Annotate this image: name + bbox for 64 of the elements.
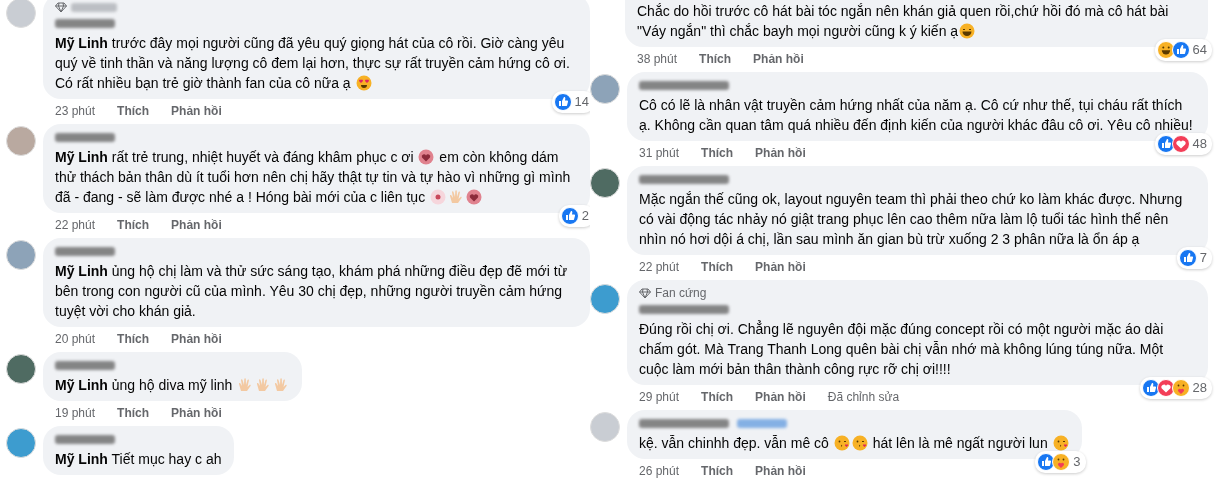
reply-link[interactable]: Phản hồi xyxy=(755,259,806,274)
edited-label: Đã chỉnh sửa xyxy=(827,389,900,404)
comment-time[interactable]: 22 phút xyxy=(639,259,680,274)
comment-time[interactable]: 22 phút xyxy=(55,217,96,232)
fan-badge-label: Fan cứng xyxy=(655,285,707,302)
reply-link[interactable]: Phản hồi xyxy=(171,217,222,232)
reply-link[interactable]: Phản hồi xyxy=(755,463,806,478)
like-link[interactable]: Thích xyxy=(117,405,150,420)
avatar-icon[interactable] xyxy=(590,168,620,198)
reply-link[interactable]: Phản hồi xyxy=(755,145,806,160)
avatar-icon[interactable] xyxy=(590,74,620,104)
reply-link[interactable]: Phản hồi xyxy=(755,389,806,404)
avatar-icon[interactable] xyxy=(6,354,36,384)
comment-time[interactable]: 20 phút xyxy=(55,331,96,346)
blurred-name[interactable] xyxy=(639,304,729,314)
comment-text: Mỹ Linh rất trẻ trung, nhiệt huyết và đáng khâm phục c ơi em còn không dám thử thách bản thân dù ít tuổi hơn nên chị hãy thật tự tin và tự hào vì những gì mình đã - đang - sẽ làm được nhé a ! Hóng bài mới của c liên tục xyxy=(55,148,572,207)
avatar-icon[interactable] xyxy=(590,284,620,314)
comment-text: Cô có lẽ là nhân vật truyền cảm hứng nhất của năm ạ. Cô cứ như thế, tụi cháu rất thích ạ. Không cần quan tâm quá nhiều đến định kiến của người khác đâu cô ơi. Yêu cô nhiều! xyxy=(639,96,1194,135)
comment-text: kệ. vẫn chinhh đẹp. vẫn mê cô hát lên là mê ngất người lun xyxy=(639,433,1070,453)
like-link[interactable]: Thích xyxy=(701,145,734,160)
blurred-name[interactable] xyxy=(639,418,729,428)
blurred-name[interactable] xyxy=(55,360,115,370)
comment-text: Đúng rồi chị ơi. Chẳng lẽ nguyên đội mặc đúng concept rồi có một người mặc áo dài chấm gót. Mà Trang Thanh Long quên bài chị vẫn nhớ mà không lúng túng nữa. Một cuộc làm mới bản thân thành công rực rỡ chị ơi!!!! xyxy=(639,319,1165,379)
reaction-summary[interactable]: 64 xyxy=(1154,39,1212,61)
blurred-follow-link[interactable] xyxy=(737,418,787,428)
diamond-icon xyxy=(639,287,651,299)
reaction-summary[interactable]: 2 xyxy=(558,205,590,227)
blurred-name[interactable] xyxy=(55,132,115,142)
reply-link[interactable]: Phản hồi xyxy=(171,405,222,420)
comment-text: Mỹ Linh ủng hộ chị làm và thử sức sáng tạo, khám phá những điều đẹp đẽ mới từ bên trong con người cũ của mình. Yêu 30 chị đẹp, những người truyền cảm hứng tuyệt vời cho khán giả. xyxy=(55,262,569,321)
reaction-summary[interactable]: 28 xyxy=(1139,377,1212,399)
comment-text: Mặc ngắn thế cũng ok, layout nguyên team thì phải theo chứ ko làm khác được. Nhưng có vài động tác nhảy nó giật trang phục lên cao thêm nữa làm lộ tuổi tác hình thể nên nhìn nó hơi dội á chị, lần sau mình ăn gian bù trừ xuống 2 3 phân nữa là ổn áp ạ xyxy=(639,190,1184,249)
reply-link[interactable]: Phản hồi xyxy=(753,51,804,66)
comment-text: Chắc do hồi trước cô hát bài tóc ngắn nên khán giả quen rồi,chứ hồi đó mà cô hát bài "Váy ngắn" thì chắc bayh mọi người cũng k ý kiến ạ xyxy=(637,2,1170,41)
like-link[interactable]: Thích xyxy=(699,51,732,66)
avatar-icon[interactable] xyxy=(6,240,36,270)
reaction-summary[interactable]: 3 xyxy=(1035,451,1086,473)
reply-link[interactable]: Phản hồi xyxy=(171,103,222,118)
avatar-icon[interactable] xyxy=(6,428,36,458)
like-link[interactable]: Thích xyxy=(117,331,150,346)
blurred-name[interactable] xyxy=(639,174,729,184)
comment-time[interactable]: 26 phút xyxy=(639,463,680,478)
comment-text: Mỹ Linh trước đây mọi người cũng đã yêu quý giọng hát của cô rồi. Giờ càng yêu quý về tinh thần và năng lượng cô đem lại hơn, thực sự rất truyền cảm hứng cô ơi. Có rất nhiều bạn trẻ giờ thành fan của cô nữa ạ xyxy=(55,34,571,93)
reaction-summary[interactable]: 14 xyxy=(551,91,590,113)
like-link[interactable]: Thích xyxy=(117,103,150,118)
blurred-name[interactable] xyxy=(639,80,729,90)
comment-time[interactable]: 19 phút xyxy=(55,405,96,420)
comment-text: Mỹ Linh Tiết mục hay c ah xyxy=(55,450,222,469)
like-link[interactable]: Thích xyxy=(701,389,734,404)
blurred-name[interactable] xyxy=(55,18,115,28)
like-link[interactable]: Thích xyxy=(701,463,734,478)
comment-text: Mỹ Linh ủng hộ diva mỹ linh xyxy=(55,375,291,395)
reaction-summary[interactable]: 48 xyxy=(1154,133,1212,155)
diamond-icon xyxy=(55,1,67,13)
comment-time[interactable]: 31 phút xyxy=(639,145,680,160)
comment-time[interactable]: 29 phút xyxy=(639,389,680,404)
like-link[interactable]: Thích xyxy=(117,217,150,232)
comment-time[interactable]: 38 phút xyxy=(637,51,678,66)
reply-link[interactable]: Phản hồi xyxy=(171,331,222,346)
blurred-name[interactable] xyxy=(55,434,115,444)
comment-time[interactable]: 23 phút xyxy=(55,103,96,118)
reaction-summary[interactable]: 7 xyxy=(1176,247,1212,269)
blurred-name[interactable] xyxy=(55,246,115,256)
like-link[interactable]: Thích xyxy=(701,259,734,274)
